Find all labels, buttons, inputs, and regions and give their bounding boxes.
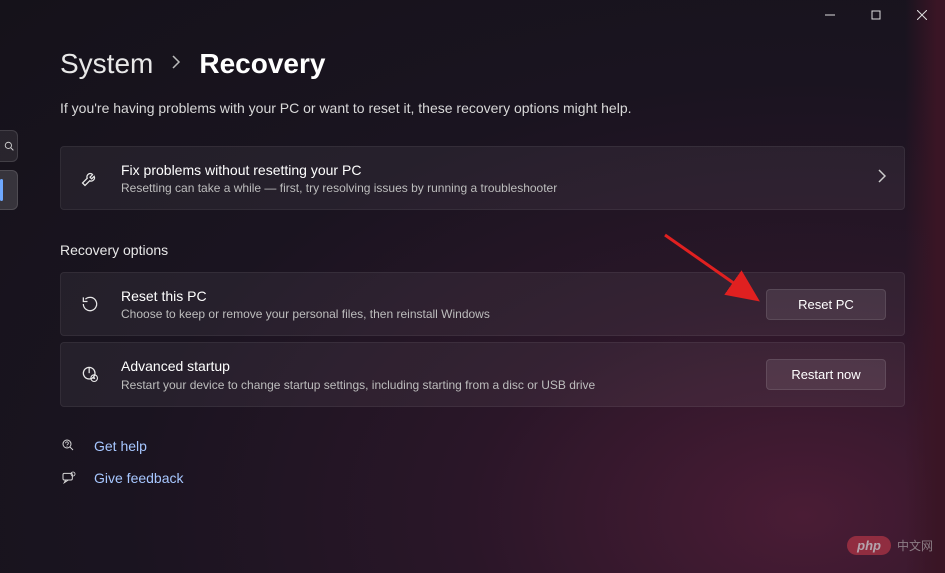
breadcrumb-root[interactable]: System (60, 48, 153, 80)
reset-pc-title: Reset this PC (121, 287, 746, 305)
troubleshoot-card[interactable]: Fix problems without resetting your PC R… (60, 146, 905, 210)
section-header-recovery-options: Recovery options (60, 242, 905, 258)
give-feedback-label: Give feedback (94, 470, 184, 486)
reset-pc-button[interactable]: Reset PC (766, 289, 886, 320)
power-settings-icon (79, 363, 101, 385)
give-feedback-link[interactable]: Give feedback (60, 469, 905, 487)
feedback-icon (60, 469, 78, 487)
reset-pc-desc: Choose to keep or remove your personal f… (121, 307, 746, 321)
wrench-icon (79, 167, 101, 189)
right-shade (905, 0, 945, 573)
watermark: php 中文网 (847, 536, 933, 555)
restart-now-button[interactable]: Restart now (766, 359, 886, 390)
watermark-text: 中文网 (897, 537, 933, 554)
maximize-button[interactable] (853, 0, 899, 30)
left-nav-rail (0, 130, 18, 210)
left-nav-active[interactable] (0, 170, 18, 210)
page-title: Recovery (199, 48, 325, 80)
advanced-startup-desc: Restart your device to change startup se… (121, 378, 746, 392)
get-help-link[interactable]: Get help (60, 437, 905, 455)
minimize-button[interactable] (807, 0, 853, 30)
reset-pc-card: Reset this PC Choose to keep or remove y… (60, 272, 905, 336)
advanced-startup-card: Advanced startup Restart your device to … (60, 342, 905, 406)
page-subtitle: If you're having problems with your PC o… (60, 100, 905, 116)
chevron-right-icon (878, 169, 886, 188)
left-nav-search[interactable] (0, 130, 18, 162)
chevron-right-icon (171, 55, 181, 74)
window-titlebar (807, 0, 945, 30)
help-icon (60, 437, 78, 455)
close-button[interactable] (899, 0, 945, 30)
watermark-logo: php (847, 536, 891, 555)
breadcrumb: System Recovery (60, 48, 905, 80)
troubleshoot-desc: Resetting can take a while — first, try … (121, 181, 858, 195)
advanced-startup-title: Advanced startup (121, 357, 746, 375)
get-help-label: Get help (94, 438, 147, 454)
troubleshoot-title: Fix problems without resetting your PC (121, 161, 858, 179)
reset-icon (79, 293, 101, 315)
